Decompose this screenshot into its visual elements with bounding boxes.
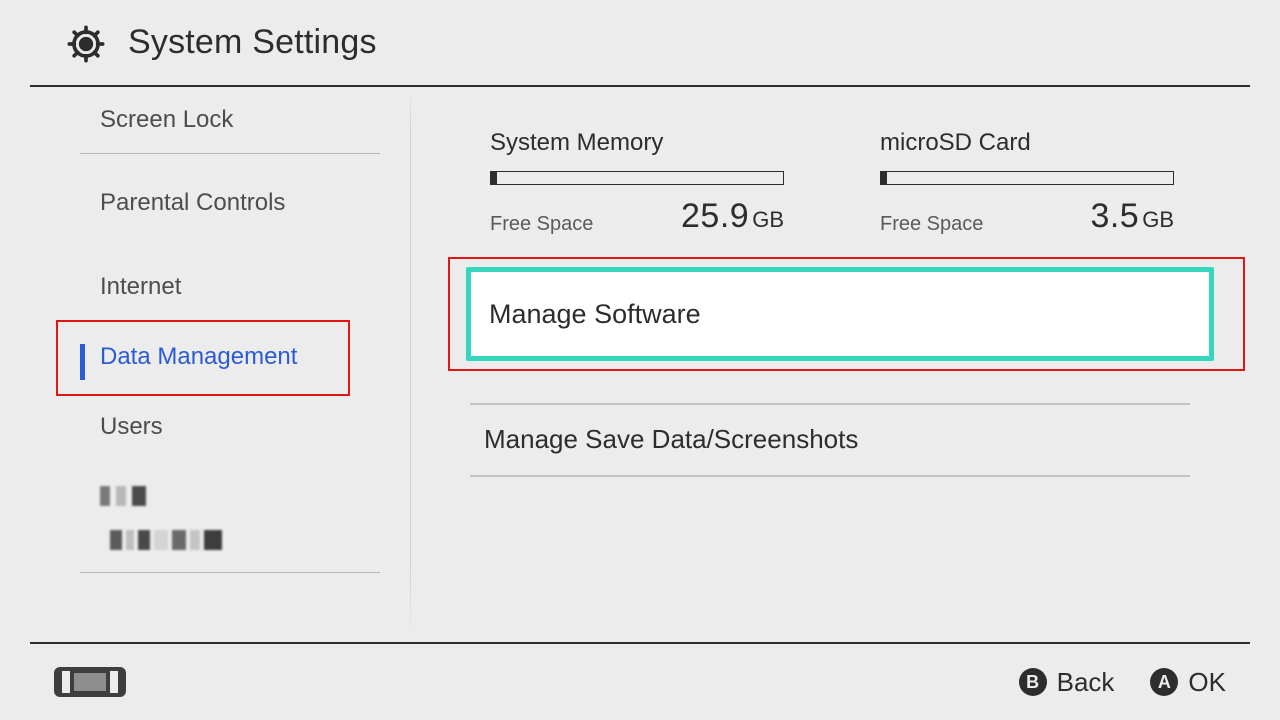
storage-system: System Memory Free Space 25.9 GB — [490, 129, 784, 236]
page-title: System Settings — [128, 23, 377, 62]
footer: B Back A OK — [30, 642, 1250, 720]
option-manage-software[interactable]: Manage Software — [466, 267, 1214, 361]
storage-bar-fill — [491, 172, 497, 184]
main-panel: System Memory Free Space 25.9 GB microSD… — [410, 87, 1280, 642]
free-space-label: Free Space — [490, 213, 593, 236]
sidebar-item-internet[interactable]: Internet — [0, 252, 410, 322]
storage-title: System Memory — [490, 129, 784, 157]
sidebar-item-label: Data Management — [100, 343, 297, 371]
free-space-value: 25.9 GB — [681, 197, 784, 236]
storage-sd: microSD Card Free Space 3.5 GB — [880, 129, 1174, 236]
storage-title: microSD Card — [880, 129, 1174, 157]
sidebar-item-data-management[interactable]: Data Management — [0, 322, 410, 392]
free-space-number: 3.5 — [1090, 197, 1139, 236]
header: System Settings — [30, 0, 1250, 87]
back-label: Back — [1057, 667, 1115, 698]
back-action[interactable]: B Back — [1019, 667, 1115, 698]
b-button-icon: B — [1019, 668, 1047, 696]
storage-info: Free Space 25.9 GB — [490, 197, 784, 236]
footer-actions: B Back A OK — [1019, 667, 1226, 698]
option-label: Manage Save Data/Screenshots — [484, 424, 858, 455]
storage-bar-fill — [881, 172, 887, 184]
storage-info: Free Space 3.5 GB — [880, 197, 1174, 236]
a-button-icon: A — [1150, 668, 1178, 696]
storage-row: System Memory Free Space 25.9 GB microSD… — [490, 129, 1200, 236]
redacted-item — [110, 530, 222, 550]
redacted-item — [100, 486, 156, 506]
gear-icon — [66, 24, 106, 64]
free-space-unit: GB — [752, 207, 784, 233]
free-space-value: 3.5 GB — [1090, 197, 1174, 236]
ok-action[interactable]: A OK — [1150, 667, 1226, 698]
controller-icon[interactable] — [54, 667, 126, 697]
sidebar-item-parental-controls[interactable]: Parental Controls — [0, 154, 410, 252]
divider — [80, 572, 380, 573]
storage-bar — [490, 171, 784, 185]
free-space-unit: GB — [1142, 207, 1174, 233]
divider — [470, 475, 1190, 477]
sidebar-item-users[interactable]: Users — [0, 392, 410, 462]
option-manage-save-data[interactable]: Manage Save Data/Screenshots — [470, 403, 1190, 475]
option-label: Manage Software — [489, 299, 701, 330]
storage-bar — [880, 171, 1174, 185]
selection-bar — [80, 344, 85, 380]
sidebar-item-screen-lock[interactable]: Screen Lock — [0, 87, 410, 153]
free-space-number: 25.9 — [681, 197, 749, 236]
ok-label: OK — [1188, 667, 1226, 698]
sidebar: Screen Lock Parental Controls Internet D… — [0, 87, 410, 642]
free-space-label: Free Space — [880, 213, 983, 236]
